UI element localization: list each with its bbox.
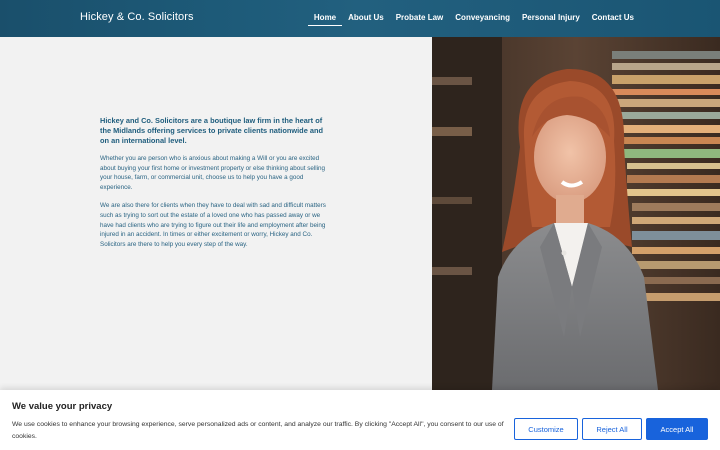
solicitor-portrait-image xyxy=(432,37,720,390)
nav-probate-law[interactable]: Probate Law xyxy=(396,13,444,26)
nav-conveyancing[interactable]: Conveyancing xyxy=(455,13,510,26)
portrait-illustration xyxy=(432,37,720,390)
nav-about-us[interactable]: About Us xyxy=(348,13,384,26)
customize-button[interactable]: Customize xyxy=(514,418,578,440)
site-header: Hickey & Co. Solicitors Home About Us Pr… xyxy=(0,0,720,37)
intro-lead: Hickey and Co. Solicitors are a boutique… xyxy=(100,116,323,145)
reject-all-button[interactable]: Reject All xyxy=(582,418,642,440)
cookie-banner-title: We value your privacy xyxy=(12,401,113,412)
accept-all-button[interactable]: Accept All xyxy=(646,418,708,440)
nav-contact-us[interactable]: Contact Us xyxy=(592,13,634,26)
main-nav: Home About Us Probate Law Conveyancing P… xyxy=(307,13,634,26)
intro-paragraph-1: Whether you are person who is anxious ab… xyxy=(100,155,326,191)
cookie-banner-text: We use cookies to enhance your browsing … xyxy=(12,421,504,440)
intro-section: Hickey and Co. Solicitors are a boutique… xyxy=(0,37,432,390)
nav-home[interactable]: Home xyxy=(307,13,343,26)
intro-content: Hickey and Co. Solicitors are a boutique… xyxy=(100,116,332,258)
intro-paragraph-2: We are also there for clients when they … xyxy=(100,202,326,248)
site-logo[interactable]: Hickey & Co. Solicitors xyxy=(80,11,194,23)
nav-personal-injury[interactable]: Personal Injury xyxy=(522,13,580,26)
cookie-consent-banner: We value your privacy We use cookies to … xyxy=(0,390,720,450)
